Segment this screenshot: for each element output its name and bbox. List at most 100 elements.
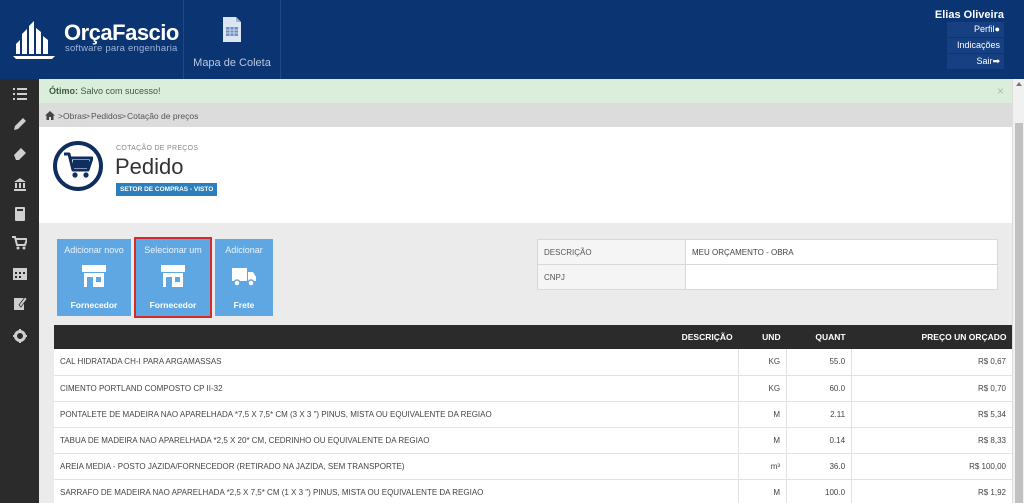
cell-unit: KG	[738, 349, 788, 376]
spreadsheet-icon	[223, 17, 241, 42]
referrals-link-label: Indicações	[956, 40, 1000, 50]
cell-description: CIMENTO PORTLAND COMPOSTO CP II-32	[54, 375, 740, 402]
profile-link-label: Perfil	[974, 24, 995, 34]
sidebar-item-reports[interactable]	[0, 291, 39, 315]
logo-building-icon	[13, 21, 55, 59]
sidebar-item-cart[interactable]	[0, 231, 39, 255]
sidebar-item-settings[interactable]	[0, 324, 39, 348]
nav-item-label: Mapa de Coleta	[193, 57, 271, 69]
status-badge: SETOR DE COMPRAS - VISTO	[116, 183, 218, 196]
info-key: DESCRIÇÃO	[537, 239, 686, 265]
column-header-description[interactable]: DESCRIÇÃO	[54, 325, 739, 349]
cell-description: AREIA MEDIA - POSTO JAZIDA/FORNECEDOR (R…	[54, 453, 740, 480]
main-content: Adicionar novo Fornecedor Selecionar um …	[39, 223, 1013, 503]
table-row[interactable]: AREIA MEDIA - POSTO JAZIDA/FORNECEDOR (R…	[54, 453, 1013, 480]
cell-price: R$ 100,00	[851, 453, 1013, 480]
logout-icon: ➡	[992, 56, 1000, 66]
top-bar: OrçaFascio software para engenharia Mapa…	[0, 0, 1024, 79]
alert-strong: Ótimo:	[49, 86, 78, 96]
cell-description: SARRAFO DE MADEIRA NAO APARELHADA *2,5 X…	[54, 479, 740, 503]
cell-quantity: 100.0	[786, 479, 853, 503]
sidebar-item-list[interactable]	[0, 82, 39, 106]
cart-icon	[64, 152, 93, 178]
alert-message: Ótimo: Salvo com sucesso!	[49, 86, 161, 96]
table-header-row: DESCRIÇÃO UND QUANT PREÇO UN ORÇADO	[54, 325, 1013, 349]
select-supplier-button[interactable]: Selecionar um Fornecedor	[134, 237, 212, 318]
close-icon[interactable]: ×	[997, 84, 1004, 98]
info-row: DESCRIÇÃO MEU ORÇAMENTO - OBRA	[537, 239, 998, 265]
table-row[interactable]: TABUA DE MADEIRA NAO APARELHADA *2,5 X 2…	[54, 427, 1013, 454]
store-icon	[82, 265, 106, 287]
cart-icon	[12, 236, 27, 250]
cell-quantity: 0.14	[786, 427, 853, 454]
add-freight-button[interactable]: Adicionar Frete	[215, 239, 273, 316]
scroll-up-arrow-icon[interactable]	[1016, 82, 1022, 86]
home-icon[interactable]	[45, 111, 55, 120]
user-menu: Perfil● Indicações Sair➡	[947, 22, 1004, 70]
button-bottom-label: Frete	[233, 300, 255, 310]
table-row[interactable]: SARRAFO DE MADEIRA NAO APARELHADA *2,5 X…	[54, 479, 1013, 503]
eraser-icon	[13, 148, 26, 160]
breadcrumb-item-pedidos[interactable]: Pedidos	[91, 111, 122, 121]
bank-icon	[13, 178, 26, 191]
user-name: Elias Oliveira	[934, 9, 1004, 21]
column-header-quantity[interactable]: QUANT	[786, 325, 852, 349]
info-key: CNPJ	[537, 264, 686, 290]
sidebar-item-finance[interactable]	[0, 172, 39, 196]
table-row[interactable]: PONTALETE DE MADEIRA NAO APARELHADA *7,5…	[54, 401, 1013, 428]
page-scrollbar[interactable]	[1012, 79, 1024, 503]
sidebar-item-calendar[interactable]	[0, 261, 39, 285]
cell-description: PONTALETE DE MADEIRA NAO APARELHADA *7,5…	[54, 401, 740, 428]
cell-quantity: 36.0	[786, 453, 853, 480]
cell-quantity: 2.11	[786, 401, 853, 428]
list-icon	[12, 88, 27, 100]
cell-unit: M	[738, 401, 788, 428]
info-value: MEU ORÇAMENTO - OBRA	[685, 239, 998, 265]
alert-text: Salvo com sucesso!	[78, 86, 161, 96]
store-icon	[161, 265, 185, 287]
brand-logo[interactable]: OrçaFascio software para engenharia	[12, 18, 182, 62]
cell-description: CAL HIDRATADA CH-I PARA ARGAMASSAS	[54, 349, 740, 376]
button-top-label: Adicionar novo	[64, 245, 124, 255]
column-header-price[interactable]: PREÇO UN ORÇADO	[851, 325, 1013, 349]
add-new-supplier-button[interactable]: Adicionar novo Fornecedor	[57, 239, 131, 316]
page-header: COTAÇÃO DE PREÇOS Pedido SETOR DE COMPRA…	[39, 127, 1012, 223]
button-top-label: Selecionar um	[144, 245, 202, 255]
book-icon	[14, 207, 25, 221]
page-icon	[53, 141, 103, 191]
brand-tagline: software para engenharia	[65, 43, 178, 54]
table-row[interactable]: CIMENTO PORTLAND COMPOSTO CP II-32 KG 60…	[54, 375, 1013, 402]
referrals-link[interactable]: Indicações	[947, 38, 1004, 54]
button-bottom-label: Fornecedor	[70, 300, 118, 310]
cell-price: R$ 0,70	[851, 375, 1013, 402]
sidebar	[0, 79, 39, 503]
pencil-icon	[13, 118, 26, 130]
cell-description: TABUA DE MADEIRA NAO APARELHADA *2,5 X 2…	[54, 427, 740, 454]
cell-price: R$ 1,92	[851, 479, 1013, 503]
info-value	[685, 264, 998, 290]
sidebar-item-edit[interactable]	[0, 112, 39, 136]
column-header-unit[interactable]: UND	[738, 325, 787, 349]
button-bottom-label: Fornecedor	[149, 300, 197, 310]
table-row[interactable]: CAL HIDRATADA CH-I PARA ARGAMASSAS KG 55…	[54, 349, 1013, 376]
breadcrumb-item-current: Cotação de preços	[127, 111, 199, 121]
cell-unit: m³	[738, 453, 788, 480]
sidebar-item-book[interactable]	[0, 202, 39, 226]
profile-link[interactable]: Perfil●	[947, 22, 1004, 38]
breadcrumb-separator: >	[121, 111, 126, 121]
logout-link[interactable]: Sair➡	[947, 54, 1004, 70]
cell-price: R$ 5,34	[851, 401, 1013, 428]
page-title: Pedido	[115, 154, 184, 179]
calendar-icon	[12, 268, 27, 280]
order-info-table: DESCRIÇÃO MEU ORÇAMENTO - OBRA CNPJ	[537, 239, 998, 290]
user-icon: ●	[994, 24, 1000, 34]
cell-price: R$ 0,67	[851, 349, 1013, 376]
clipboard-icon	[13, 296, 27, 310]
scroll-thumb[interactable]	[1015, 123, 1023, 503]
logout-link-label: Sair	[976, 56, 993, 66]
cell-quantity: 60.0	[786, 375, 853, 402]
breadcrumb-item-obras[interactable]: Obras	[63, 111, 86, 121]
sidebar-item-erase[interactable]	[0, 141, 39, 165]
nav-item-mapa-de-coleta[interactable]: Mapa de Coleta	[184, 0, 280, 79]
cell-quantity: 55.0	[786, 349, 853, 376]
